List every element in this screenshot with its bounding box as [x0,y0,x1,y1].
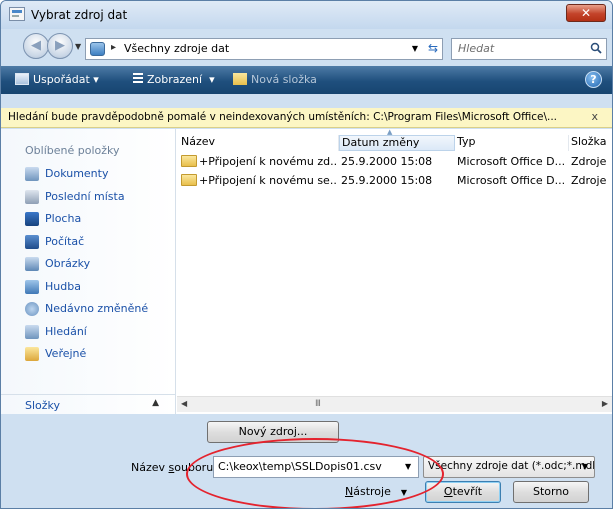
column-header-name[interactable]: Název [179,135,339,151]
scroll-right-icon[interactable]: ▶ [602,399,608,408]
main-area: Oblíbené položky Dokumenty Poslední míst… [1,128,612,414]
navigation-pane: Oblíbené položky Dokumenty Poslední míst… [1,129,176,414]
address-dropdown-icon[interactable]: ▼ [412,44,418,53]
file-date: 25.9.2000 15:08 [341,174,433,187]
new-folder-button[interactable]: Nová složka [233,73,317,86]
column-header-folder[interactable]: Složka [569,135,612,151]
nav-item-computer[interactable]: Počítač [1,231,175,254]
folder-icon [181,174,197,186]
column-header-type[interactable]: Typ [455,135,569,151]
nav-item-desktop[interactable]: Plocha [1,208,175,231]
file-name: +Připojení k novému zd... [199,155,337,168]
address-bar[interactable]: ▸ Všechny zdroje dat ▼ ⇆ [85,38,443,60]
close-button[interactable]: ✕ [566,4,606,22]
folder-icon [181,155,197,167]
scroll-left-icon[interactable]: ◀ [181,399,187,408]
breadcrumb-separator[interactable]: ▸ [111,42,116,53]
pictures-icon [25,257,39,271]
nav-item-music[interactable]: Hudba [1,276,175,299]
desktop-icon [25,212,39,226]
folders-toggle[interactable]: Složky ▲ [1,394,175,414]
address-row: ◀ ▶ ▼ ▸ Všechny zdroje dat ▼ ⇆ Hledat [1,29,612,63]
organize-icon [15,73,29,85]
window-title: Vybrat zdroj dat [31,8,128,22]
file-type-filter-value: Všechny zdroje dat (*.odc;*.mdb [428,460,595,472]
scrollbar-grip[interactable]: III [315,399,321,409]
nav-item-searches[interactable]: Hledání [1,321,175,344]
search-icon[interactable] [590,42,602,54]
folders-label: Složky [25,399,61,412]
nav-item-recently-changed[interactable]: Nedávno změněné [1,298,175,321]
organize-button[interactable]: Uspořádat ▾ [15,73,99,86]
searches-icon [25,324,39,339]
documents-icon [25,167,39,181]
table-row[interactable]: +Připojení k novému se... 25.9.2000 15:0… [177,172,612,191]
forward-button[interactable]: ▶ [47,33,73,59]
recent-places-icon [25,189,39,204]
sort-arrow-icon: ▲ [387,128,393,136]
file-type: Microsoft Office D... [457,174,566,187]
file-list: Název Datum změny ▲ Typ Složka +Připojen… [177,128,612,414]
search-placeholder: Hledat [458,42,495,55]
info-bar-close-icon[interactable]: x [591,110,598,123]
highlight-annotation [186,438,444,508]
column-header-date[interactable]: Datum změny [339,135,455,151]
title-bar[interactable]: Vybrat zdroj dat ✕ [1,1,612,29]
recent-locations-dropdown[interactable]: ▼ [75,42,81,51]
dialog-icon [9,7,25,21]
file-folder: Zdroje [571,174,607,187]
data-sources-icon [90,42,105,56]
file-open-dialog: Vybrat zdroj dat ✕ ◀ ▶ ▼ ▸ Všechny zdroj… [0,0,613,509]
info-bar[interactable]: Hledání bude pravděpodobně pomalé v nein… [1,108,612,128]
views-icon [133,73,143,85]
info-bar-message: Hledání bude pravděpodobně pomalé v nein… [8,111,558,123]
refresh-icon[interactable]: ⇆ [428,41,438,55]
cancel-button[interactable]: Storno [513,481,589,503]
command-toolbar: Uspořádat ▾ Zobrazení ▾ Nová složka ? [1,66,612,94]
music-icon [25,279,39,294]
chevron-down-icon: ▼ [581,462,588,471]
recently-changed-icon [25,302,39,316]
nav-item-pictures[interactable]: Obrázky [1,253,175,276]
file-type: Microsoft Office D... [457,155,566,168]
search-input[interactable]: Hledat [451,38,607,60]
computer-icon [25,234,39,249]
file-folder: Zdroje [571,155,607,168]
favorites-list: Dokumenty Poslední místa Plocha Počítač … [1,163,175,366]
breadcrumb-location[interactable]: Všechny zdroje dat [124,42,229,55]
nav-item-public[interactable]: Veřejné [1,343,175,366]
file-type-filter-select[interactable]: Všechny zdroje dat (*.odc;*.mdb ▼ [423,456,595,478]
nav-item-documents[interactable]: Dokumenty [1,163,175,186]
new-folder-icon [233,73,247,85]
file-date: 25.9.2000 15:08 [341,155,433,168]
table-row[interactable]: +Připojení k novému zd... 25.9.2000 15:0… [177,153,612,172]
views-button[interactable]: Zobrazení ▾ [133,73,215,86]
horizontal-scrollbar[interactable]: ◀ III ▶ [177,396,612,412]
back-button[interactable]: ◀ [23,33,49,59]
help-icon[interactable]: ? [585,71,602,88]
chevron-up-icon[interactable]: ▲ [152,398,159,408]
file-name: +Připojení k novému se... [199,174,337,187]
public-icon [25,347,39,361]
nav-item-recent-places[interactable]: Poslední místa [1,186,175,209]
favorites-heading: Oblíbené položky [25,144,120,157]
